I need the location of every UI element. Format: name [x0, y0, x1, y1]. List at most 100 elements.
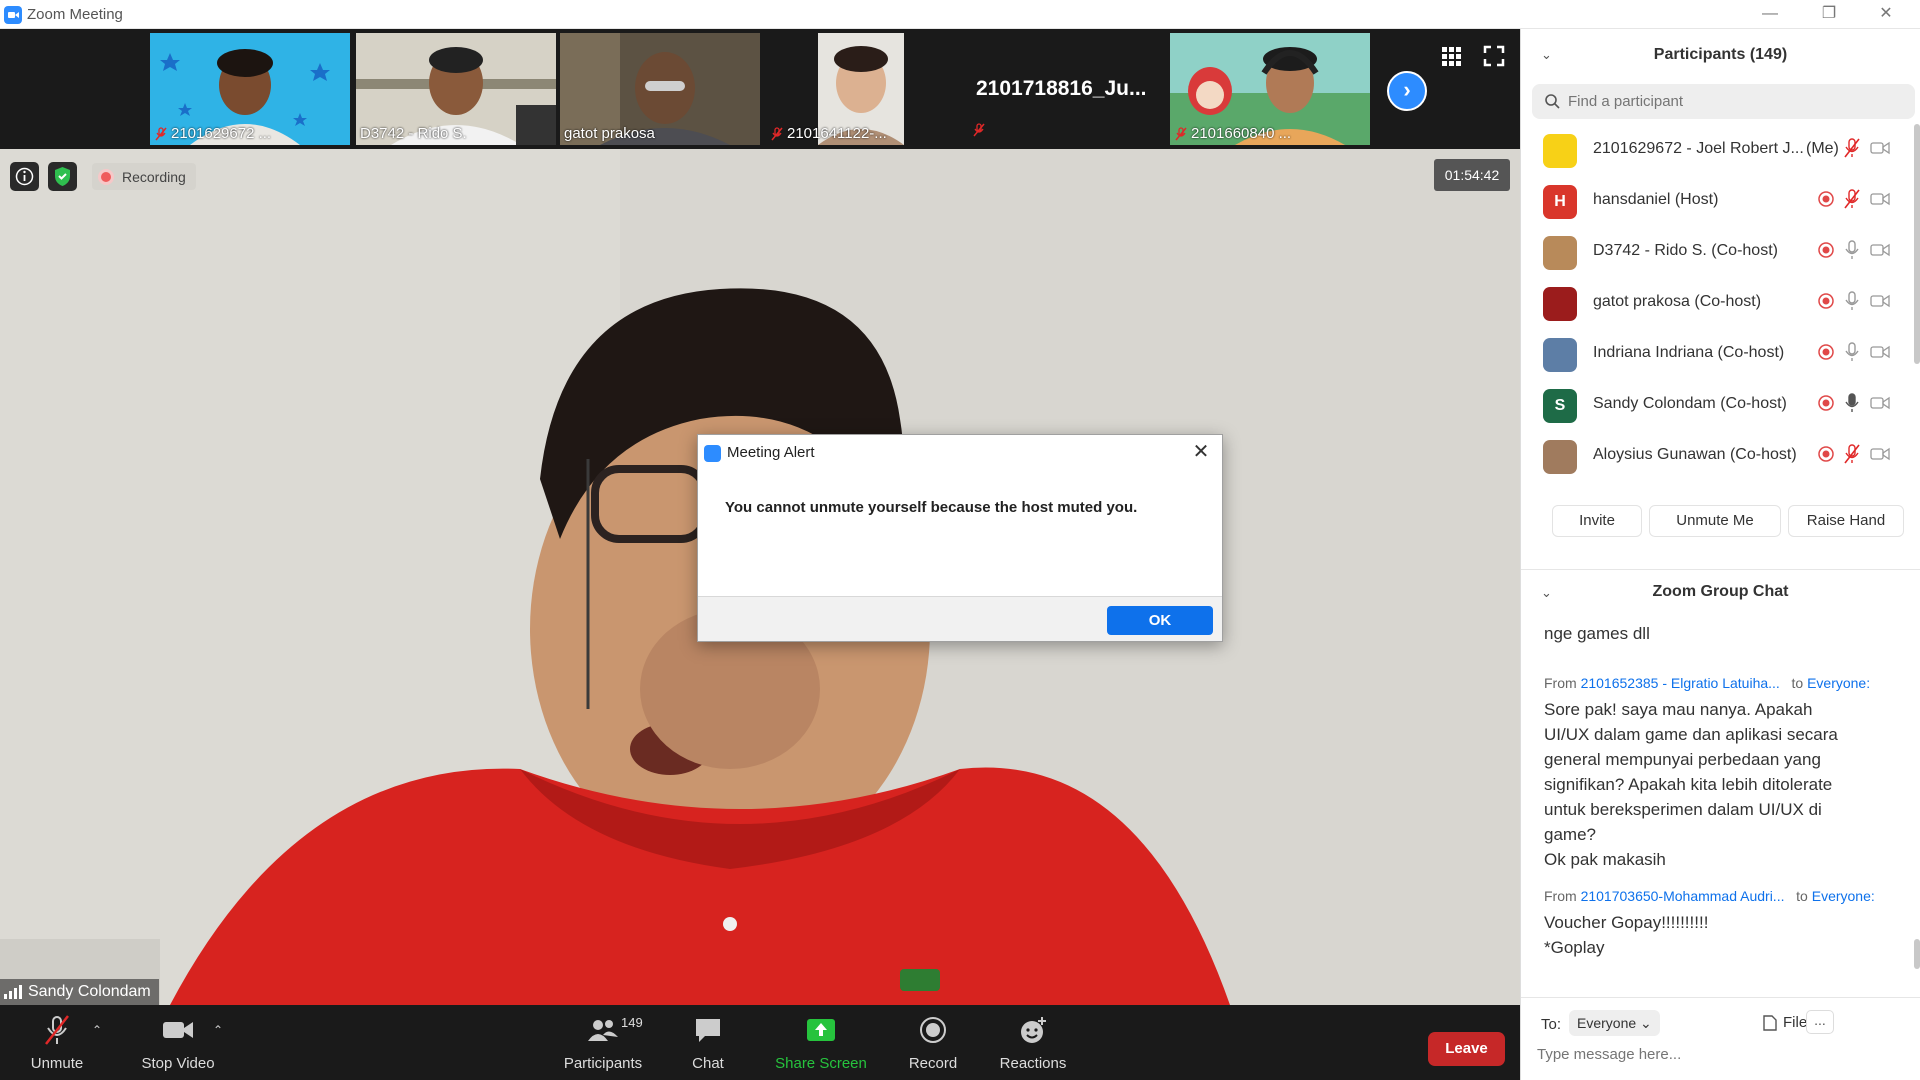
participant-row[interactable]: Indriana Indriana (Co-host)	[1521, 328, 1916, 379]
reactions-button[interactable]: Reactions	[995, 1013, 1071, 1072]
thumbnail-label: 2101660840 ...	[1174, 125, 1291, 142]
chevron-right-icon: ›	[1403, 77, 1411, 102]
video-thumbnail[interactable]: 2101660840 ...	[1170, 33, 1370, 145]
file-button[interactable]: File	[1763, 1014, 1807, 1031]
participant-name: 2101629672 - Joel Robert J...	[1593, 140, 1804, 157]
video-options-caret[interactable]: ⌃	[213, 1023, 223, 1037]
window-title: Zoom Meeting	[27, 6, 123, 23]
leave-button[interactable]: Leave	[1428, 1032, 1505, 1066]
title-bar: Zoom Meeting — ❐ ✕	[0, 0, 1920, 29]
search-input[interactable]	[1568, 90, 1898, 112]
chat-message-header: From 2101703650-Mohammad Audri... to Eve…	[1544, 888, 1875, 904]
side-panel: ⌄ Participants (149) 2101629672 - Joel R…	[1520, 29, 1920, 1080]
recipient-name: Everyone:	[1811, 888, 1875, 904]
microphone-icon[interactable]	[1844, 393, 1860, 418]
participant-row[interactable]: Aloysius Gunawan (Co-host)	[1521, 430, 1916, 481]
video-thumbnail[interactable]: D3742 - Rido S.	[356, 33, 556, 145]
dialog-close-button[interactable]: ✕	[1188, 439, 1214, 465]
recording-status-icon	[1817, 190, 1835, 213]
video-thumbnail[interactable]: 2101641122-...	[766, 33, 966, 145]
stop-video-button[interactable]: Stop Video	[133, 1013, 223, 1072]
muted-mic-icon	[972, 123, 986, 137]
more-options-button[interactable]: ...	[1806, 1010, 1834, 1034]
record-label: Record	[908, 1055, 958, 1072]
next-page-button[interactable]: ›	[1387, 71, 1427, 111]
chat-title: Zoom Group Chat	[1652, 583, 1789, 600]
recording-status-icon	[1817, 445, 1835, 468]
invite-button[interactable]: Invite	[1552, 505, 1642, 537]
avatar	[1543, 287, 1577, 321]
meeting-alert-dialog: Meeting Alert ✕ You cannot unmute yourse…	[697, 434, 1223, 642]
video-camera-icon	[1870, 345, 1890, 364]
participant-row[interactable]: D3742 - Rido S. (Co-host)	[1521, 226, 1916, 277]
participant-row[interactable]: S Sandy Colondam (Co-host)	[1521, 379, 1916, 430]
video-camera-icon	[1870, 141, 1890, 160]
video-camera-icon	[1870, 294, 1890, 313]
muted-mic-icon	[45, 1015, 69, 1045]
encryption-button[interactable]	[48, 162, 77, 191]
restore-button[interactable]: ❐	[1809, 3, 1849, 25]
muted-mic-icon[interactable]	[1844, 138, 1860, 163]
video-camera-icon	[163, 1022, 193, 1038]
minimize-button[interactable]: —	[1750, 3, 1790, 25]
close-icon: ✕	[1192, 441, 1210, 463]
chat-message-input[interactable]	[1537, 1046, 1897, 1074]
fullscreen-button[interactable]	[1483, 45, 1505, 67]
recording-indicator[interactable]: Recording	[92, 163, 196, 190]
participants-scrollbar[interactable]	[1914, 124, 1920, 364]
unmute-me-button[interactable]: Unmute Me	[1649, 505, 1781, 537]
chat-button[interactable]: Chat	[683, 1013, 733, 1072]
meeting-info-button[interactable]	[10, 162, 39, 191]
participant-row[interactable]: gatot prakosa (Co-host)	[1521, 277, 1916, 328]
participant-name: D3742 - Rido S. (Co-host)	[1593, 242, 1778, 259]
avatar	[1543, 338, 1577, 372]
chat-messages[interactable]: nge games dll From 2101652385 - Elgratio…	[1521, 611, 1911, 996]
chat-message-header: From 2101652385 - Elgratio Latuiha... to…	[1544, 675, 1871, 691]
avatar	[1543, 236, 1577, 270]
unmute-button[interactable]: Unmute	[22, 1013, 92, 1072]
dialog-message: You cannot unmute yourself because the h…	[725, 499, 1138, 516]
participant-search[interactable]	[1532, 84, 1915, 119]
gallery-view-button[interactable]	[1440, 45, 1462, 67]
shield-icon	[55, 167, 70, 186]
participants-button[interactable]: 149 Participants	[555, 1013, 651, 1072]
muted-mic-icon	[770, 126, 784, 141]
signal-bars-icon	[4, 985, 22, 999]
recipient-dropdown[interactable]: Everyone ⌄	[1569, 1010, 1660, 1036]
chat-header: ⌄ Zoom Group Chat	[1521, 569, 1920, 609]
chevron-down-icon: ⌄	[1640, 1015, 1652, 1031]
speaker-name: Sandy Colondam	[28, 983, 151, 1000]
raise-hand-button[interactable]: Raise Hand	[1788, 505, 1904, 537]
audio-options-caret[interactable]: ⌃	[92, 1023, 102, 1037]
video-strip: 2101629672 ... D3742 - Rido S. gatot pra…	[0, 29, 1520, 149]
microphone-icon[interactable]	[1844, 291, 1860, 316]
participant-name: Sandy Colondam (Co-host)	[1593, 395, 1787, 412]
share-screen-button[interactable]: Share Screen	[773, 1013, 869, 1072]
video-camera-icon	[1870, 243, 1890, 262]
dialog-footer: OK	[698, 596, 1222, 641]
video-thumbnail[interactable]: 2101629672 ...	[150, 33, 350, 145]
video-camera-icon	[1870, 192, 1890, 211]
record-icon	[920, 1017, 946, 1043]
muted-mic-icon[interactable]	[1844, 444, 1860, 469]
video-thumbnail-no-video[interactable]: 2101718816_Ju...	[968, 33, 1168, 145]
participants-count: 149	[621, 1015, 643, 1030]
stop-video-label: Stop Video	[141, 1055, 215, 1072]
microphone-icon[interactable]	[1844, 342, 1860, 367]
search-icon	[1545, 94, 1560, 109]
record-button[interactable]: Record	[903, 1013, 963, 1072]
muted-mic-icon[interactable]	[1844, 189, 1860, 214]
chat-message-text: nge games dll	[1544, 624, 1650, 643]
thumbnail-label	[972, 123, 986, 142]
participant-row[interactable]: 2101629672 - Joel Robert J... (Me)	[1521, 124, 1916, 175]
participant-row[interactable]: Hhansdaniel (Host)	[1521, 175, 1916, 226]
microphone-icon[interactable]	[1844, 240, 1860, 265]
chat-scrollbar[interactable]	[1914, 939, 1920, 969]
video-thumbnail[interactable]: gatot prakosa	[560, 33, 760, 145]
sender-name[interactable]: 2101703650-Mohammad Audri...	[1581, 888, 1785, 904]
ok-button[interactable]: OK	[1107, 606, 1213, 635]
close-window-button[interactable]: ✕	[1866, 3, 1906, 25]
to-label: To:	[1541, 1016, 1562, 1033]
muted-mic-icon	[154, 126, 168, 141]
sender-name[interactable]: 2101652385 - Elgratio Latuiha...	[1581, 675, 1780, 691]
